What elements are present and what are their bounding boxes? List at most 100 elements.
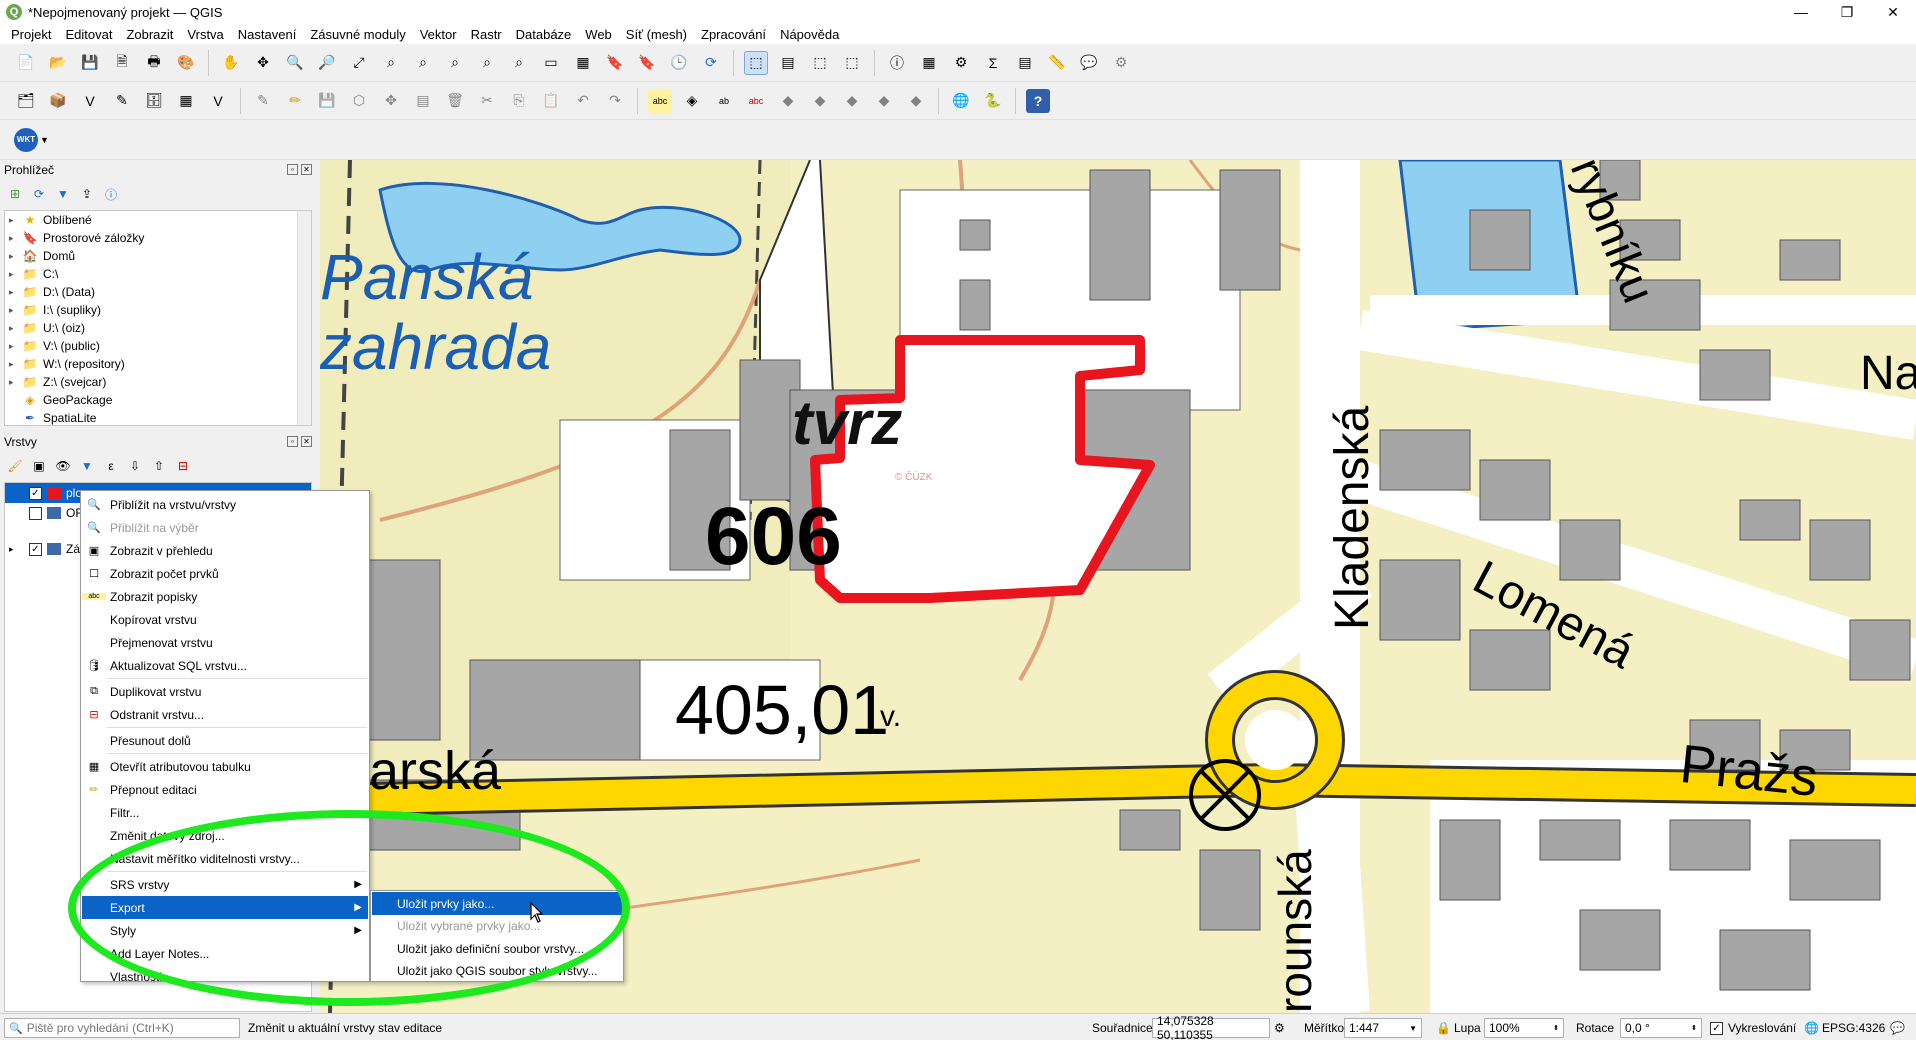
context-menu-item[interactable]: SRS vrstvy ▶ — [82, 873, 368, 896]
new-project-icon[interactable]: 📄 — [14, 51, 38, 75]
browser-item[interactable]: ▸ 📁 U:\ (oiz) — [5, 319, 311, 337]
locator-search-input[interactable]: 🔍 Piště pro vyhledání (Ctrl+K) — [4, 1018, 240, 1038]
lock-icon[interactable]: 🔒 — [1436, 1018, 1451, 1038]
menu-5[interactable]: Zásuvné moduly — [303, 27, 412, 42]
menu-1[interactable]: Editovat — [58, 27, 119, 42]
export-submenu-item[interactable]: Uložit prvky jako... — [372, 892, 624, 915]
browser-scrollbar[interactable] — [297, 211, 311, 425]
expand-arrow-icon[interactable]: ▸ — [9, 359, 21, 370]
change-label-icon[interactable]: ◆ — [840, 89, 864, 113]
visibility-icon[interactable]: 👁 — [54, 457, 72, 475]
zoom-next-icon[interactable]: ⌕ — [507, 51, 531, 75]
browser-item[interactable]: ▸ 🏠 Domů — [5, 247, 311, 265]
menu-11[interactable]: Zpracování — [694, 27, 773, 42]
coordinate-toggle-icon[interactable]: ⚙ — [1274, 1018, 1285, 1038]
browser-item[interactable]: ▸ 🔖 Prostorové záložky — [5, 229, 311, 247]
expand-arrow-icon[interactable]: ▸ — [5, 544, 29, 555]
remove-layer-icon[interactable]: ⊟ — [174, 457, 192, 475]
coordinate-field[interactable]: 14,075328 50,110355 — [1152, 1014, 1270, 1040]
filter-legend-icon[interactable]: ▼ — [78, 457, 96, 475]
statistics-icon[interactable]: Σ — [981, 51, 1005, 75]
deselect-icon[interactable]: ⬚ — [808, 51, 832, 75]
attribute-table-icon[interactable]: ▦ — [917, 51, 941, 75]
label-props-icon[interactable]: ◆ — [904, 89, 928, 113]
pan-to-selection-icon[interactable]: ✥ — [251, 51, 275, 75]
zoom-layer-icon[interactable]: ⌕ — [411, 51, 435, 75]
browser-item[interactable]: ▸ ★ Oblíbené — [5, 211, 311, 229]
context-menu-item[interactable]: Změnit datový zdroj... — [82, 824, 368, 847]
chevron-down-icon[interactable]: ▼ — [40, 135, 49, 145]
zoom-selection-icon[interactable]: ⌕ — [379, 51, 403, 75]
menu-4[interactable]: Nastavení — [231, 27, 304, 42]
show-bookmarks-icon[interactable]: 🔖 — [635, 51, 659, 75]
menu-0[interactable]: Projekt — [4, 27, 58, 42]
context-menu-item[interactable]: Kopírovat vrstvu — [82, 608, 368, 631]
modify-attributes-icon[interactable]: ▤ — [411, 89, 435, 113]
new-temp-layer-icon[interactable]: ✎ — [110, 89, 134, 113]
refresh-icon[interactable]: ⟳ — [699, 51, 723, 75]
expand-arrow-icon[interactable]: ▸ — [9, 341, 21, 352]
close-panel-icon[interactable]: ✕ — [301, 436, 312, 447]
context-menu-item[interactable]: Export ▶ — [82, 896, 368, 919]
context-menu-item[interactable]: Filtr... — [82, 801, 368, 824]
minimize-button[interactable]: — — [1778, 0, 1824, 24]
add-layer-icon[interactable]: ⊞ — [6, 185, 24, 203]
expand-arrow-icon[interactable]: ▸ — [9, 251, 21, 262]
expand-arrow-icon[interactable]: ▸ — [9, 305, 21, 316]
undo-icon[interactable]: ↶ — [571, 89, 595, 113]
expand-all-icon[interactable]: ⇩ — [126, 457, 144, 475]
collapse-all-icon[interactable]: ⇧ — [150, 457, 168, 475]
export-submenu-item[interactable]: Uložit vybrané prvky jako... — [372, 915, 624, 938]
save-edits-icon[interactable]: 💾 — [315, 89, 339, 113]
collapse-all-icon[interactable]: ⇪ — [78, 185, 96, 203]
layer-visibility-checkbox[interactable] — [29, 506, 42, 520]
select-by-value-icon[interactable]: ▤ — [776, 51, 800, 75]
rotate-label-icon[interactable]: ◆ — [808, 89, 832, 113]
data-source-manager-icon[interactable]: 🗂 — [14, 89, 38, 113]
context-menu-item[interactable]: ▦ Otevřít atributovou tabulku — [82, 755, 368, 778]
context-menu-item[interactable]: abc Zobrazit popisky — [82, 585, 368, 608]
close-button[interactable]: ✕ — [1870, 0, 1916, 24]
delete-selected-icon[interactable]: 🗑 — [443, 89, 467, 113]
new-mesh-icon[interactable]: ▦ — [174, 89, 198, 113]
context-menu-item[interactable]: Nastavit měřítko viditelnosti vrstvy... — [82, 847, 368, 870]
context-menu-item[interactable]: 🔍 Přiblížit na vrstvu/vrstvy — [82, 493, 368, 516]
new-virtual-layer-icon[interactable]: 🗄 — [142, 89, 166, 113]
expand-arrow-icon[interactable]: ▸ — [9, 215, 21, 226]
info-icon[interactable]: ⓘ — [102, 185, 120, 203]
context-menu-item[interactable]: Styly ▶ — [82, 919, 368, 942]
context-menu-item[interactable]: Vlastnosti... — [82, 965, 368, 988]
zoom-native-icon[interactable]: ⌕ — [443, 51, 467, 75]
browser-item[interactable]: ▸ 📁 C:\ — [5, 265, 311, 283]
messages-icon[interactable]: 💬 — [1890, 1018, 1905, 1038]
browser-item[interactable]: ✒ SpatiaLite — [5, 409, 311, 425]
vertex-tool-icon[interactable]: ✥ — [379, 89, 403, 113]
highlight-labels-icon[interactable]: abc — [744, 89, 768, 113]
zoom-full-icon[interactable]: ⤢ — [347, 51, 371, 75]
identify-icon[interactable]: ⓘ — [885, 51, 909, 75]
pan-icon[interactable]: ✋ — [219, 51, 243, 75]
open-project-icon[interactable]: 📂 — [46, 51, 70, 75]
menu-2[interactable]: Zobrazit — [119, 27, 180, 42]
zoom-last-icon[interactable]: ⌕ — [475, 51, 499, 75]
menu-9[interactable]: Web — [578, 27, 619, 42]
context-menu-item[interactable]: ✏ Přepnout editaci — [82, 778, 368, 801]
expand-arrow-icon[interactable]: ▸ — [9, 377, 21, 388]
menu-3[interactable]: Vrstva — [180, 27, 230, 42]
export-submenu-item[interactable]: Uložit jako definiční soubor vrstvy... — [372, 937, 624, 960]
move-label-icon[interactable]: ◆ — [776, 89, 800, 113]
float-panel-icon[interactable]: ▫ — [287, 436, 298, 447]
filter-icon[interactable]: ▼ — [54, 185, 72, 203]
style-brush-icon[interactable]: 🖌 — [6, 457, 24, 475]
expand-arrow-icon[interactable]: ▸ — [9, 233, 21, 244]
context-menu-item[interactable]: Přesunout dolů — [82, 729, 368, 752]
select-by-location-icon[interactable]: ⬚ — [840, 51, 864, 75]
browser-tree[interactable]: ▸ ★ Oblíbené ▸ 🔖 Prostorové záložky ▸ 🏠 Domů ▸ 📁 C:… — [4, 210, 312, 426]
toolbox-icon[interactable]: ⚙ — [949, 51, 973, 75]
python-console-icon[interactable]: 🐍 — [981, 89, 1005, 113]
new-3d-view-icon[interactable]: ▦ — [571, 51, 595, 75]
scale-combo[interactable]: 1:447 ▼ — [1344, 1018, 1422, 1038]
help-icon[interactable]: ? — [1026, 88, 1050, 113]
new-bookmark-icon[interactable]: 🔖 — [603, 51, 627, 75]
layer-visibility-checkbox[interactable]: ✓ — [29, 542, 42, 556]
